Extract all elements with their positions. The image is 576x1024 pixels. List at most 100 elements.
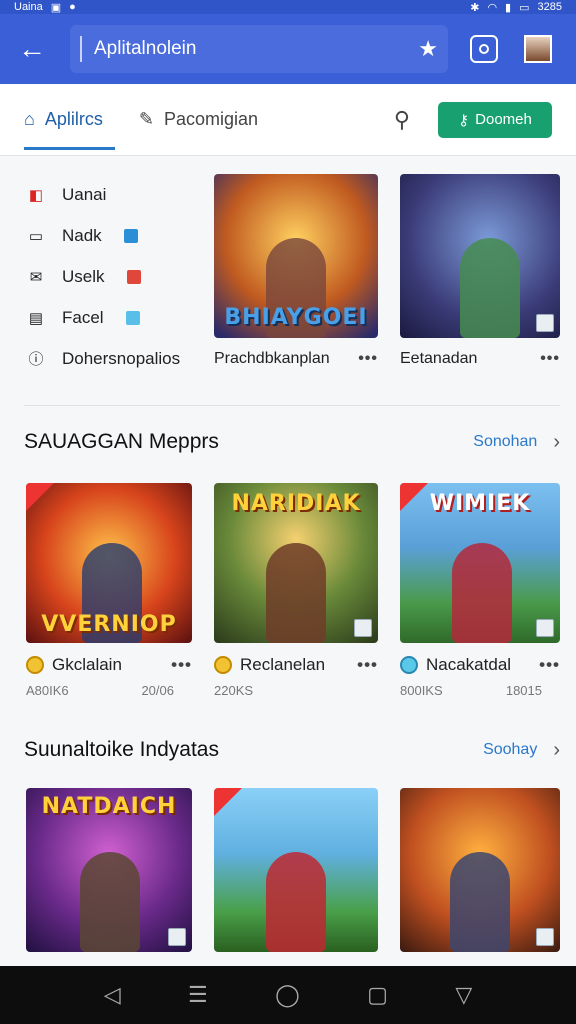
more-icon[interactable]: ••• bbox=[358, 350, 378, 368]
menu-label: Uselk bbox=[62, 266, 105, 286]
side-menu: ◧ Uanai ▭ Nadk ✉ Uselk ▤ Facel ⓘ Dohersn… bbox=[24, 174, 209, 379]
signal-icon: ▮ bbox=[505, 1, 512, 14]
more-icon[interactable]: ••• bbox=[357, 655, 378, 675]
menu-icon[interactable]: ☰ bbox=[188, 982, 208, 1008]
back-arrow-icon[interactable]: ← bbox=[12, 29, 52, 69]
game-size: 800IKS bbox=[400, 683, 443, 698]
game-title: Reclanelan bbox=[240, 655, 326, 674]
tab-bar: ⌂ Aplilrcs ✎ Pacomigian ⚲ ⚷ Doomeh bbox=[0, 84, 576, 156]
game-size: A80IK6 bbox=[26, 683, 69, 698]
mail-icon: ✉ bbox=[29, 268, 43, 286]
status-time: 3285 bbox=[537, 1, 562, 13]
info-icon: ⓘ bbox=[28, 351, 44, 368]
more-icon[interactable]: ••• bbox=[539, 655, 560, 675]
game-card[interactable]: WIMIEK Nacakatdal ••• 800IKS 18015 bbox=[400, 483, 560, 698]
game-card[interactable]: Eetanadan ••• bbox=[400, 174, 560, 368]
game-card[interactable] bbox=[400, 788, 560, 952]
pen-icon: ✎ bbox=[138, 109, 154, 129]
tab-label: Aplilrcs bbox=[44, 109, 103, 129]
app-title: Aplitalnolein bbox=[94, 38, 197, 59]
game-thumbnail[interactable]: NATDAICH bbox=[26, 788, 192, 952]
game-banner: WIMIEK bbox=[429, 491, 531, 516]
menu-item[interactable]: ▭ Nadk bbox=[24, 215, 209, 256]
system-nav-bar: ◁ ☰ ◯ ▢ ▽ bbox=[0, 966, 576, 1024]
game-card[interactable]: BHIAYGOEI Prachdbkanplan ••• bbox=[214, 174, 378, 368]
chevron-right-icon: › bbox=[553, 738, 560, 761]
game-badge-icon bbox=[214, 656, 232, 674]
star-icon[interactable]: ★ bbox=[418, 36, 438, 62]
game-thumbnail[interactable]: BHIAYGOEI bbox=[214, 174, 378, 338]
bluetooth-icon: ✱ bbox=[470, 1, 480, 14]
bag-icon: ◧ bbox=[28, 186, 44, 204]
tab-label: Pacomigian bbox=[163, 109, 259, 129]
game-thumbnail[interactable]: WIMIEK bbox=[400, 483, 560, 643]
folder-icon: ▭ bbox=[28, 227, 44, 245]
divider bbox=[24, 405, 560, 406]
game-banner: NARIDIAK bbox=[231, 491, 361, 516]
menu-item[interactable]: ◧ Uanai bbox=[24, 174, 209, 215]
app-bar: ← Aplitalnolein ★ bbox=[0, 14, 576, 84]
download-button[interactable]: ⚷ Doomeh bbox=[438, 101, 552, 138]
see-more-link[interactable]: Soohay › bbox=[483, 739, 560, 762]
see-more-link[interactable]: Sonohan › bbox=[473, 431, 560, 454]
menu-label: Nadk bbox=[62, 225, 102, 245]
game-date: 18015 bbox=[505, 683, 542, 698]
search-bar[interactable]: Aplitalnolein ★ bbox=[70, 25, 448, 73]
notification-icon: ▣ bbox=[50, 1, 62, 14]
menu-item[interactable]: ⓘ Dohersnopalios bbox=[24, 338, 209, 379]
game-size: 220KS bbox=[214, 683, 254, 698]
tab-second[interactable]: ✎ Pacomigian bbox=[139, 84, 270, 156]
cursor-bar bbox=[80, 36, 82, 62]
cyan-tag-icon bbox=[125, 310, 140, 325]
game-title: Nacakatdal bbox=[426, 655, 512, 674]
status-text: Uaina bbox=[14, 1, 43, 13]
game-card[interactable]: VVERNIOP Gkclalain ••• A80IK6 20/06 bbox=[26, 483, 192, 698]
menu-item[interactable]: ▤ Facel bbox=[24, 297, 209, 338]
wifi-icon: ◠ bbox=[487, 1, 498, 14]
home-circle-icon[interactable]: ◯ bbox=[275, 982, 300, 1008]
section-header: SAUAGGAN Mepprs Sonohan › bbox=[24, 430, 560, 454]
game-card[interactable]: NATDAICH bbox=[26, 788, 192, 952]
game-thumbnail[interactable] bbox=[400, 788, 560, 952]
section-header: Suunaltoike Indyatas Soohay › bbox=[24, 738, 560, 762]
game-thumbnail[interactable]: VVERNIOP bbox=[26, 483, 192, 643]
download-label: Doomeh bbox=[475, 111, 532, 128]
chevron-right-icon: › bbox=[553, 430, 560, 453]
game-banner: BHIAYGOEI bbox=[224, 305, 368, 330]
game-thumbnail[interactable] bbox=[400, 174, 560, 338]
game-banner: VVERNIOP bbox=[41, 612, 177, 637]
game-badge-icon bbox=[26, 656, 44, 674]
game-thumbnail[interactable] bbox=[214, 788, 378, 952]
game-card[interactable] bbox=[214, 788, 378, 952]
back-icon[interactable]: ◁ bbox=[104, 982, 121, 1008]
tab-applications[interactable]: ⌂ Aplilrcs bbox=[24, 84, 115, 156]
game-banner: NATDAICH bbox=[41, 794, 177, 819]
recents-icon[interactable]: ▢ bbox=[367, 982, 388, 1008]
game-thumbnail[interactable]: NARIDIAK bbox=[214, 483, 378, 643]
menu-item[interactable]: ✉ Uselk bbox=[24, 256, 209, 297]
game-date: 20/06 bbox=[141, 683, 174, 698]
menu-label: Uanai bbox=[62, 184, 107, 204]
menu-label: Facel bbox=[62, 307, 104, 327]
app-icon: ● bbox=[69, 1, 76, 13]
red-tag-icon bbox=[126, 269, 141, 284]
game-title: Prachdbkanplan bbox=[214, 350, 330, 367]
home-icon: ⌂ bbox=[24, 109, 35, 129]
status-bar: Uaina ▣ ● ✱ ◠ ▮ ▭ 3285 bbox=[0, 0, 576, 14]
section-title: Suunaltoike Indyatas bbox=[24, 738, 219, 761]
camera-icon[interactable] bbox=[470, 35, 498, 63]
game-card[interactable]: NARIDIAK Reclanelan ••• 220KS bbox=[214, 483, 378, 698]
menu-label: Dohersnopalios bbox=[62, 348, 181, 368]
search-icon[interactable]: ⚲ bbox=[394, 107, 410, 133]
more-icon[interactable]: ••• bbox=[540, 350, 560, 368]
blue-tag-icon bbox=[123, 228, 138, 243]
avatar[interactable] bbox=[524, 35, 552, 63]
more-icon[interactable]: ••• bbox=[171, 655, 192, 675]
game-title: Eetanadan bbox=[400, 350, 478, 367]
section-title: SAUAGGAN Mepprs bbox=[24, 430, 219, 453]
shield-icon[interactable]: ▽ bbox=[455, 982, 472, 1008]
card-icon: ▤ bbox=[28, 309, 44, 327]
key-icon: ⚷ bbox=[458, 111, 470, 129]
battery-icon: ▭ bbox=[519, 1, 530, 14]
game-title: Gkclalain bbox=[52, 655, 122, 674]
